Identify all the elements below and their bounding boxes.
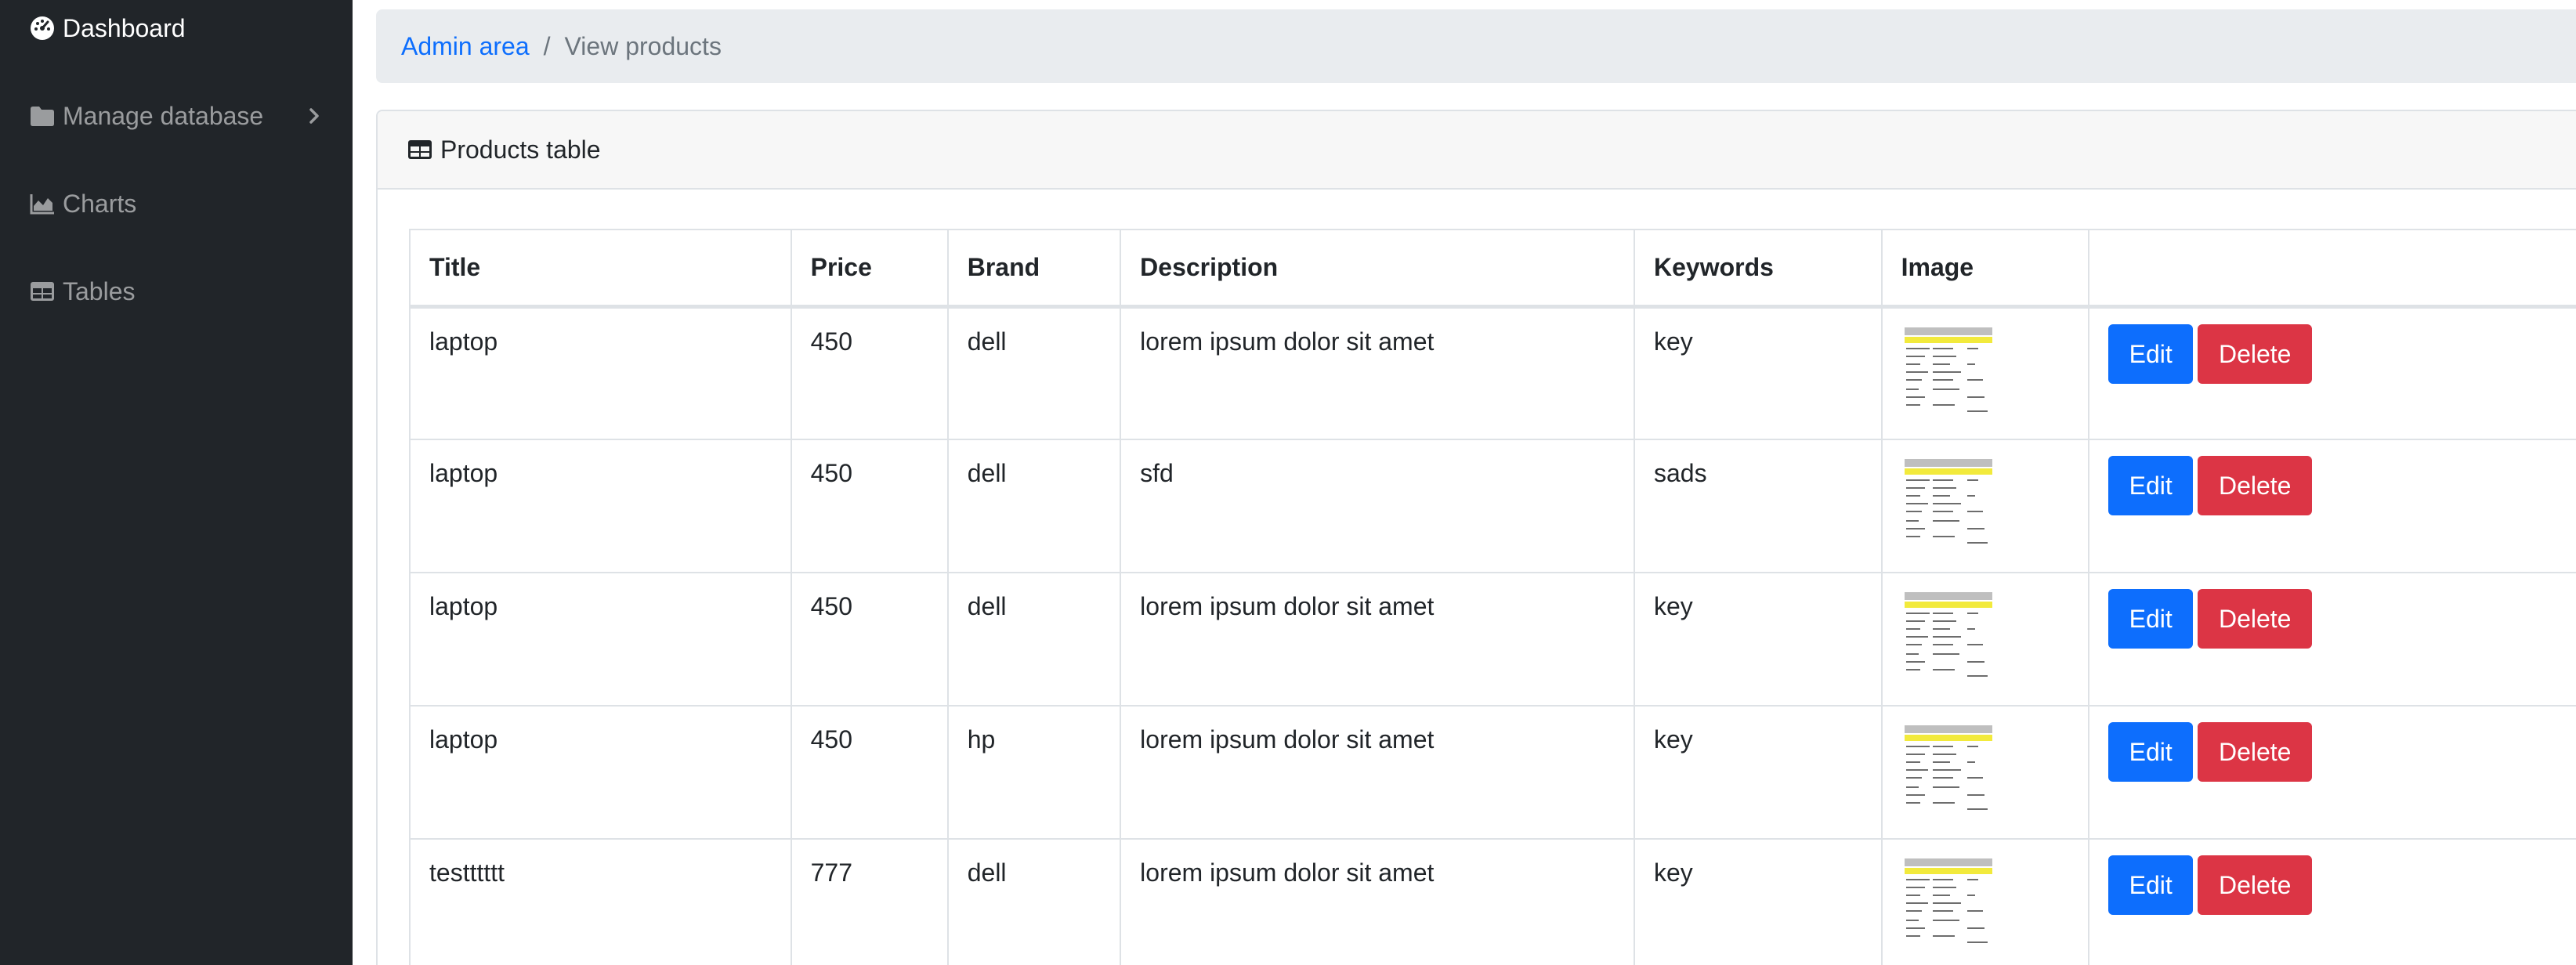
product-image-thumbnail: [1901, 724, 1995, 815]
table-icon: [407, 136, 434, 163]
sidebar-item-label: Tables: [63, 276, 136, 305]
cell-actions: Edit Delete: [2088, 705, 2576, 840]
edit-button[interactable]: Edit: [2108, 589, 2194, 649]
cell-description: lorem ipsum dolor sit amet: [1120, 705, 1635, 840]
sidebar-item-label: Manage database: [63, 101, 264, 130]
table-row: laptop 450 dell sfd sads Edit Delete: [409, 439, 2576, 573]
cell-description: lorem ipsum dolor sit amet: [1120, 838, 1635, 965]
sidebar-item-dashboard[interactable]: Dashboard: [27, 5, 326, 52]
cell-price: 450: [790, 305, 949, 440]
folder-icon: [27, 100, 58, 132]
breadcrumb-link-admin-area[interactable]: Admin area: [401, 32, 530, 61]
breadcrumb-current: View products: [564, 31, 722, 60]
sidebar: Dashboard Manage database Charts Tables: [0, 0, 353, 965]
breadcrumb: Admin area / View products: [376, 9, 2576, 83]
column-header-actions: [2088, 229, 2576, 309]
cell-image: [1880, 305, 2090, 440]
table-header-row: Title Price Brand Description Keywords I…: [409, 229, 2576, 309]
sidebar-item-charts[interactable]: Charts: [27, 180, 326, 227]
cell-actions: Edit Delete: [2088, 305, 2576, 440]
table-row: laptop 450 hp lorem ipsum dolor sit amet…: [409, 705, 2576, 840]
sidebar-item-label: Charts: [63, 189, 137, 218]
cell-price: 450: [790, 439, 949, 573]
edit-button[interactable]: Edit: [2108, 855, 2194, 915]
cell-title: laptop: [409, 305, 792, 440]
cell-price: 777: [790, 838, 949, 965]
gauge-icon: [27, 13, 58, 44]
app: Dashboard Manage database Charts Tables …: [0, 0, 2576, 965]
cell-keywords: key: [1633, 305, 1883, 440]
delete-button[interactable]: Delete: [2198, 855, 2313, 915]
chart-area-icon: [27, 188, 58, 219]
cell-description: sfd: [1120, 439, 1635, 573]
products-card: Products table Title Price Brand Descrip…: [376, 110, 2576, 965]
column-header-brand: Brand: [946, 229, 1122, 309]
edit-button[interactable]: Edit: [2108, 722, 2194, 782]
table-row: laptop 450 dell lorem ipsum dolor sit am…: [409, 305, 2576, 440]
table-row: testttttt 777 dell lorem ipsum dolor sit…: [409, 838, 2576, 965]
delete-button[interactable]: Delete: [2198, 323, 2313, 384]
cell-actions: Edit Delete: [2088, 572, 2576, 707]
chevron-right-icon: [302, 104, 326, 128]
table-icon: [27, 276, 58, 307]
column-header-price: Price: [790, 229, 949, 309]
cell-image: [1880, 838, 2090, 965]
column-header-title: Title: [409, 229, 792, 309]
cell-brand: dell: [946, 838, 1122, 965]
cell-image: [1880, 705, 2090, 840]
cell-price: 450: [790, 705, 949, 840]
breadcrumb-separator: /: [543, 31, 551, 60]
sidebar-item-manage-database[interactable]: Manage database: [27, 92, 326, 139]
cell-title: laptop: [409, 439, 792, 573]
cell-description: lorem ipsum dolor sit amet: [1120, 572, 1635, 707]
table-row: laptop 450 dell lorem ipsum dolor sit am…: [409, 572, 2576, 707]
cell-title: laptop: [409, 572, 792, 707]
cell-brand: dell: [946, 439, 1122, 573]
product-image-thumbnail: [1901, 591, 1995, 681]
cell-image: [1880, 439, 2090, 573]
product-image-thumbnail: [1901, 457, 1995, 548]
delete-button[interactable]: Delete: [2198, 722, 2313, 782]
card-title: Products table: [440, 135, 601, 164]
card-header: Products table: [378, 111, 2576, 190]
cell-actions: Edit Delete: [2088, 838, 2576, 965]
delete-button[interactable]: Delete: [2198, 456, 2313, 515]
cell-brand: dell: [946, 305, 1122, 440]
cell-keywords: key: [1633, 838, 1883, 965]
product-image-thumbnail: [1901, 857, 1995, 948]
cell-description: lorem ipsum dolor sit amet: [1120, 305, 1635, 440]
cell-actions: Edit Delete: [2088, 439, 2576, 573]
sidebar-item-label: Dashboard: [63, 13, 186, 42]
cell-image: [1880, 572, 2090, 707]
cell-keywords: key: [1633, 705, 1883, 840]
sidebar-item-tables[interactable]: Tables: [27, 268, 326, 315]
column-header-keywords: Keywords: [1633, 229, 1883, 309]
cell-title: testttttt: [409, 838, 792, 965]
edit-button[interactable]: Edit: [2108, 456, 2194, 515]
product-image-thumbnail: [1901, 325, 1995, 417]
cell-keywords: sads: [1633, 439, 1883, 573]
edit-button[interactable]: Edit: [2108, 323, 2194, 384]
cell-brand: dell: [946, 572, 1122, 707]
column-header-description: Description: [1120, 229, 1635, 309]
cell-brand: hp: [946, 705, 1122, 840]
main-content: Admin area / View products Products tabl…: [353, 0, 2576, 965]
column-header-image: Image: [1880, 229, 2090, 309]
cell-keywords: key: [1633, 572, 1883, 707]
cell-price: 450: [790, 572, 949, 707]
cell-title: laptop: [409, 705, 792, 840]
delete-button[interactable]: Delete: [2198, 589, 2313, 649]
products-table: Title Price Brand Description Keywords I…: [409, 229, 2576, 965]
